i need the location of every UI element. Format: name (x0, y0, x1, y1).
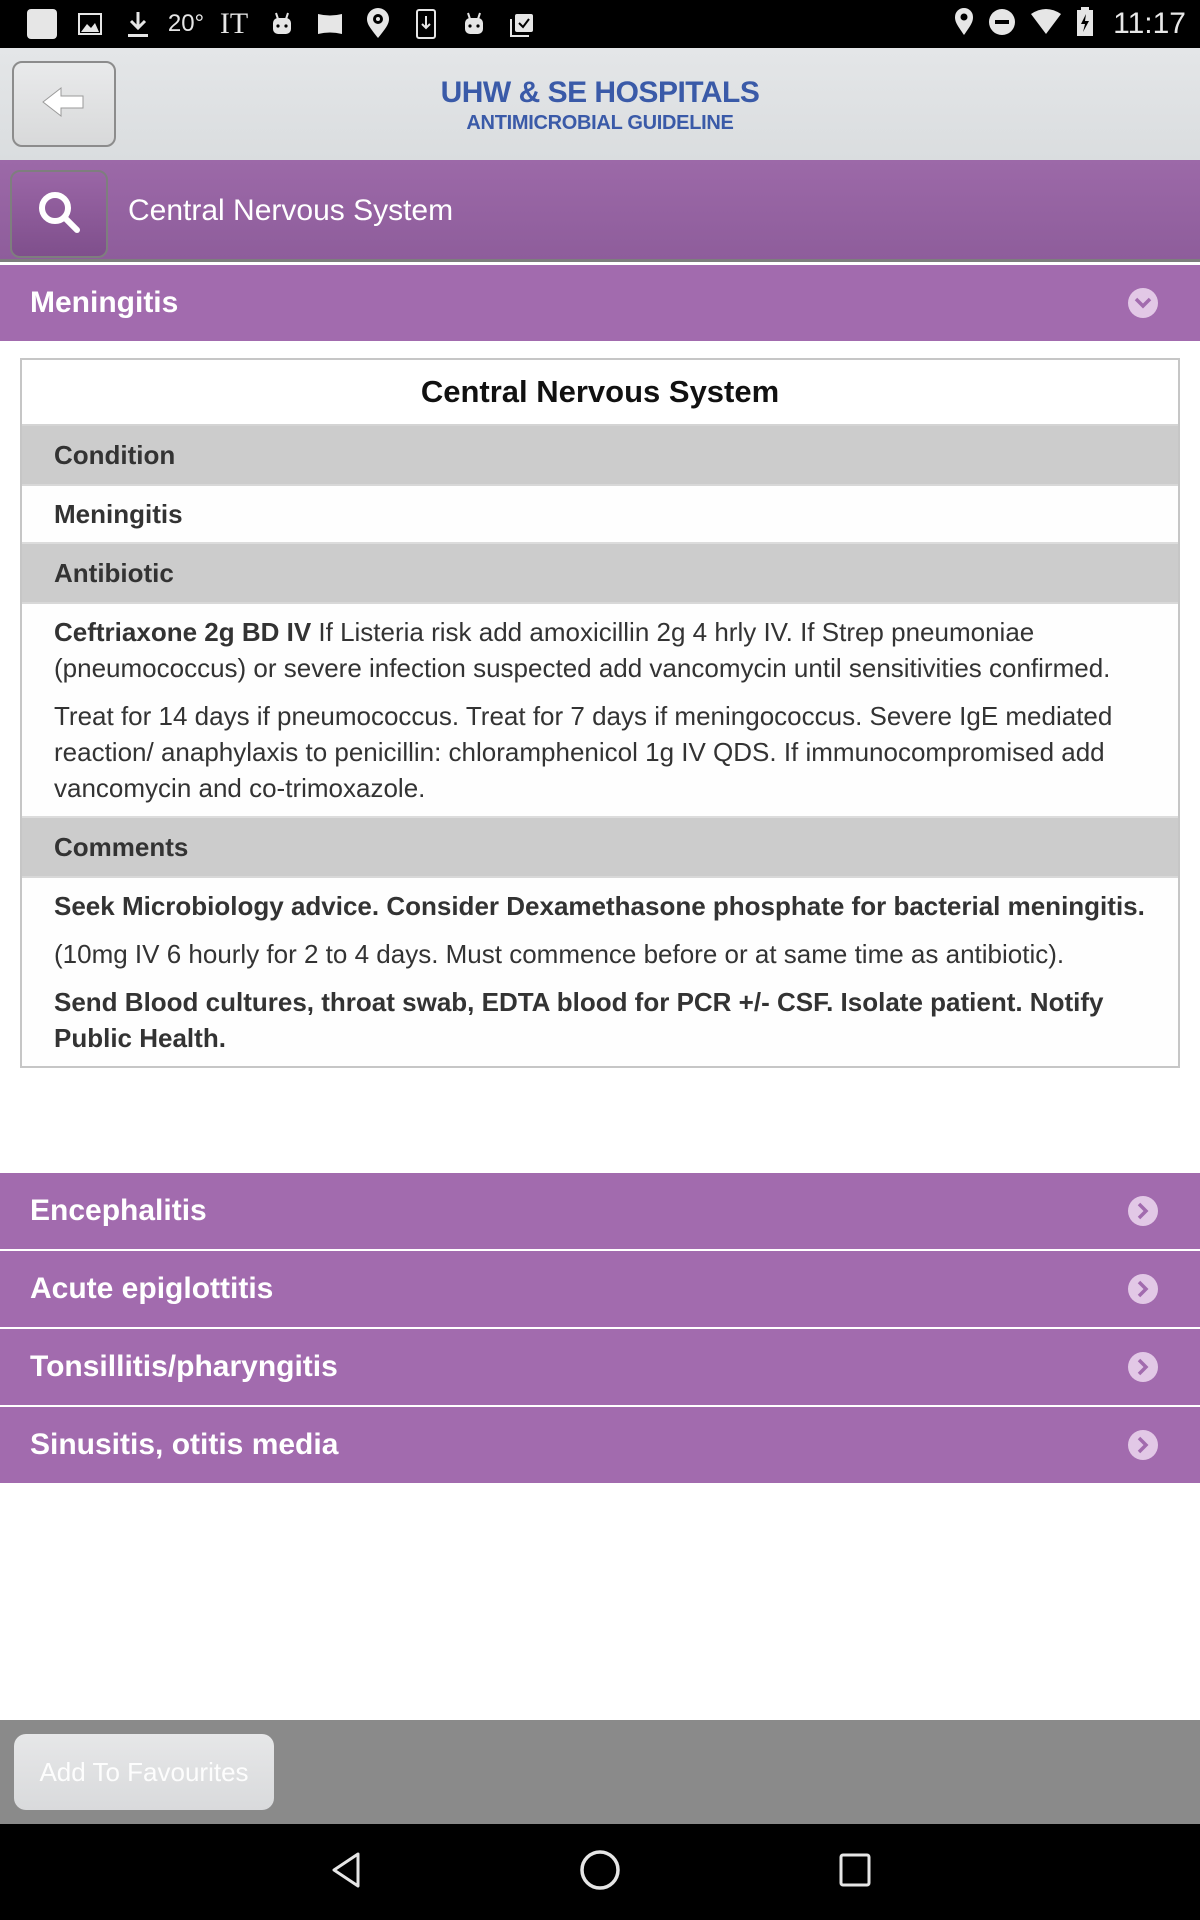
detail-title: Central Nervous System (22, 360, 1178, 426)
comments-label: Comments (22, 818, 1178, 878)
location-icon (953, 7, 975, 42)
clipboard-check-icon (498, 0, 546, 48)
section-label: Tonsillitis/pharyngitis (30, 1350, 338, 1383)
section-label: Acute epiglottitis (30, 1272, 274, 1305)
app-logo: UHW & SE HOSPITALS ANTIMICROBIAL GUIDELI… (0, 76, 1200, 135)
phone-download-icon (402, 0, 450, 48)
comments-paragraph: Seek Microbiology advice. Consider Dexam… (54, 891, 1145, 921)
section-header-tonsillitis-pharyngitis[interactable]: Tonsillitis/pharyngitis (0, 1329, 1200, 1405)
app-screen: 20° IT 11:17 UHW & SE HOSPITALS ANTIMICR… (0, 0, 1200, 1920)
it-text-icon: IT (219, 7, 249, 40)
condition-value: Meningitis (22, 486, 1178, 544)
section-header-acute-epiglottitis[interactable]: Acute epiglottitis (0, 1251, 1200, 1327)
logo-subtitle: ANTIMICROBIAL GUIDELINE (466, 112, 734, 134)
comments-value: Seek Microbiology advice. Consider Dexam… (22, 878, 1178, 1066)
antibiotic-duration-paragraph: Treat for 14 days if pneumococcus. Treat… (54, 701, 1113, 803)
do-not-disturb-icon (987, 7, 1017, 42)
clock: 11:17 (1113, 7, 1186, 40)
search-bar (0, 160, 1200, 262)
system-navigation-bar (0, 1824, 1200, 1920)
chevron-right-icon (1128, 1430, 1158, 1460)
comments-paragraph: Send Blood cultures, throat swab, EDTA b… (54, 987, 1104, 1053)
condition-label: Condition (22, 426, 1178, 486)
android-icon (450, 0, 498, 48)
nav-home-button[interactable] (574, 1846, 626, 1898)
antibiotic-paragraph: Ceftriaxone 2g BD IV If Listeria risk ad… (54, 614, 1146, 686)
wifi-icon (1029, 8, 1063, 41)
comments-paragraph: (10mg IV 6 hourly for 2 to 4 days. Must … (54, 939, 1065, 969)
status-bar: 20° IT 11:17 (0, 0, 1200, 48)
section-label: Encephalitis (30, 1194, 207, 1227)
add-to-favourites-button[interactable]: Add To Favourites (14, 1734, 274, 1810)
android-icon (258, 0, 306, 48)
section-label: Sinusitis, otitis media (30, 1428, 339, 1461)
location-target-icon (354, 0, 402, 48)
chevron-down-icon (1128, 288, 1158, 318)
section-header-meningitis[interactable]: Meningitis (0, 265, 1200, 341)
antibiotic-primary: Ceftriaxone 2g BD IV (54, 617, 312, 647)
blank-notification-icon (18, 0, 66, 48)
antibiotic-value: Ceftriaxone 2g BD IV If Listeria risk ad… (22, 604, 1178, 818)
download-icon (114, 0, 162, 48)
chevron-right-icon (1128, 1352, 1158, 1382)
search-icon (35, 188, 83, 241)
nav-back-icon (328, 1850, 364, 1895)
section-label: Meningitis (30, 286, 179, 319)
battery-charging-icon (1075, 6, 1095, 43)
guideline-detail-table: Central Nervous System Condition Meningi… (20, 358, 1180, 1068)
image-icon (66, 0, 114, 48)
logo-title: UHW & SE HOSPITALS (440, 76, 760, 109)
section-header-encephalitis[interactable]: Encephalitis (0, 1173, 1200, 1249)
nav-back-button[interactable] (320, 1846, 372, 1898)
nav-recents-button[interactable] (830, 1846, 882, 1898)
nav-home-icon (578, 1848, 622, 1897)
section-header-sinusitis-otitis-media[interactable]: Sinusitis, otitis media (0, 1407, 1200, 1483)
app-header: UHW & SE HOSPITALS ANTIMICROBIAL GUIDELI… (0, 48, 1200, 160)
antibiotic-label: Antibiotic (22, 544, 1178, 604)
flag-icon (306, 0, 354, 48)
footer-bar: Add To Favourites (0, 1720, 1200, 1824)
temperature-icon: 20° (167, 10, 205, 37)
chevron-right-icon (1128, 1196, 1158, 1226)
search-button[interactable] (10, 170, 108, 258)
search-input[interactable] (128, 186, 1168, 236)
nav-recents-icon (838, 1852, 874, 1893)
chevron-right-icon (1128, 1274, 1158, 1304)
